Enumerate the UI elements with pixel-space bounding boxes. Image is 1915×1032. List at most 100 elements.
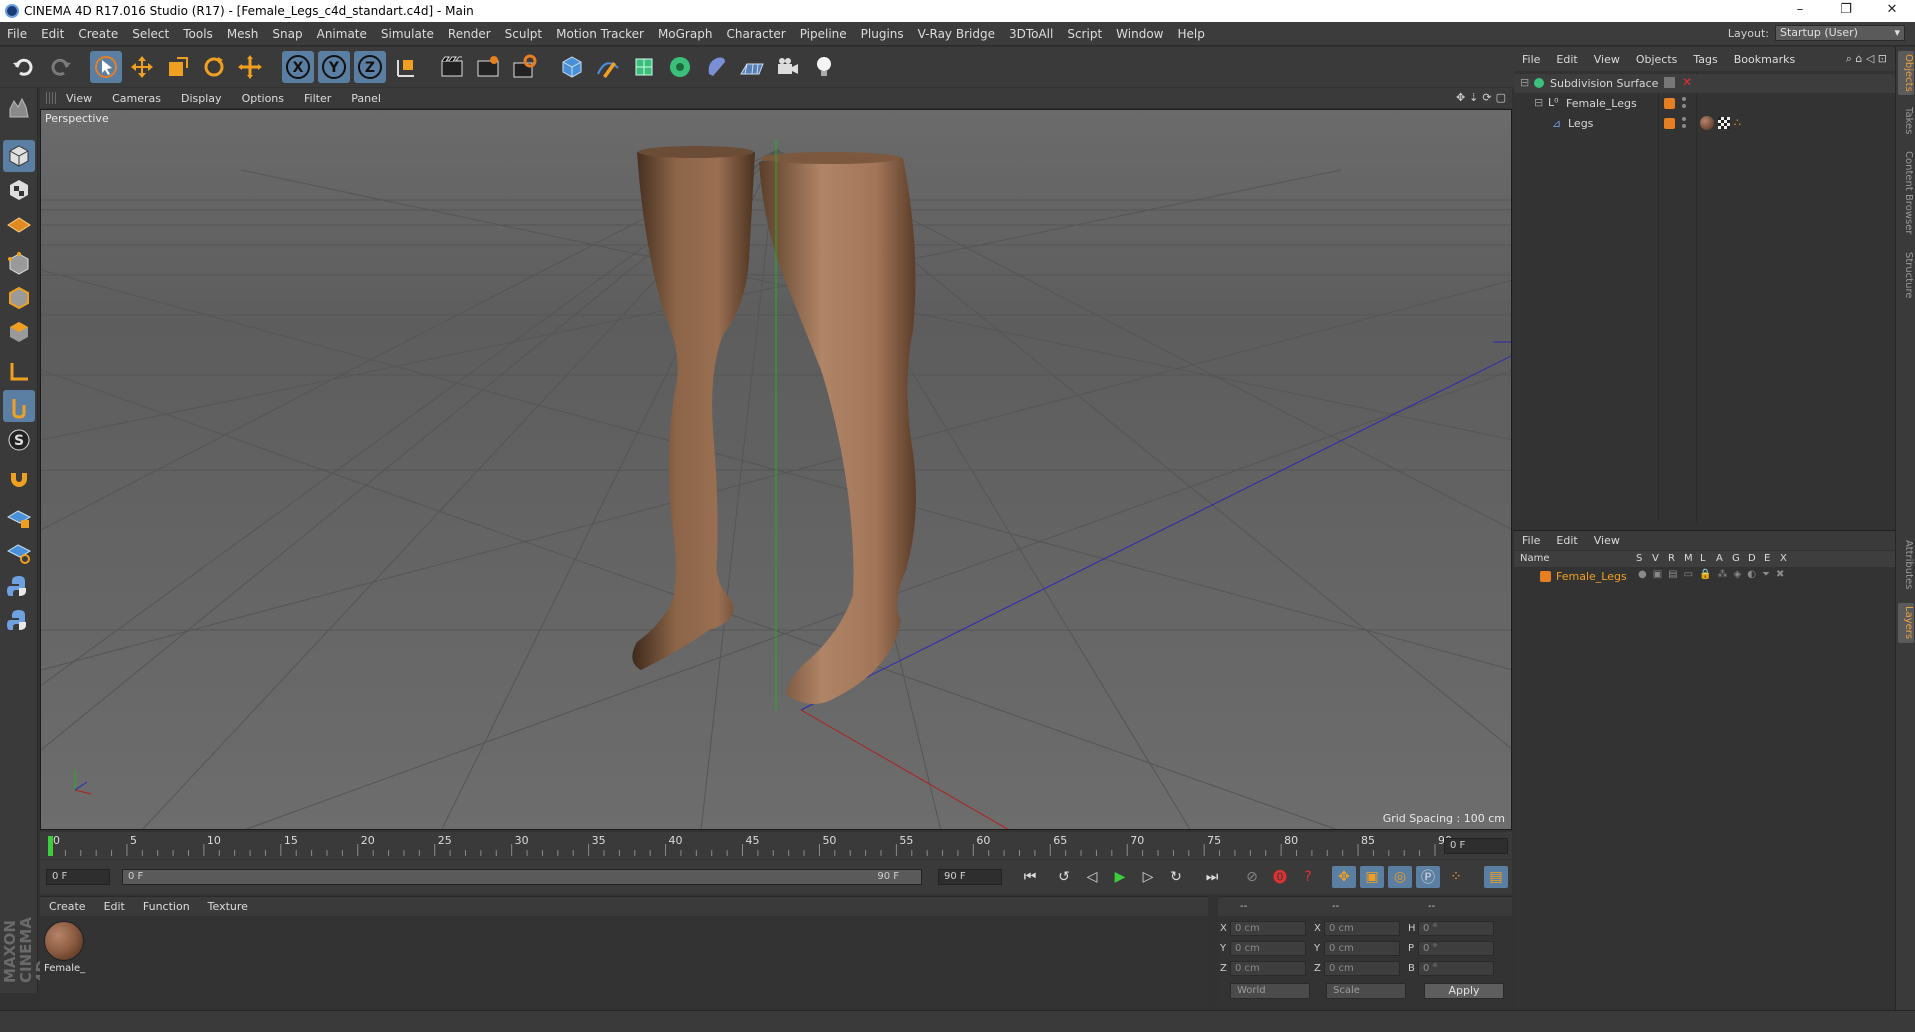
previous-frame-icon[interactable]: ◁ [1080,866,1104,888]
object-search-icon[interactable]: ⌕ ⌂ ◁ ⊡ [1846,52,1887,66]
layer-menu-view[interactable]: View [1586,534,1628,547]
go-to-end-icon[interactable]: ⏭ [1200,866,1224,888]
render-view-icon[interactable] [436,51,468,83]
object-menu-bookmarks[interactable]: Bookmarks [1726,53,1803,66]
size-y-field[interactable]: 0 cm [1324,941,1400,956]
object-menu-file[interactable]: File [1514,53,1548,66]
menu-script[interactable]: Script [1060,27,1109,41]
phong-tag-icon[interactable]: ∴ [1734,116,1741,129]
3d-viewport[interactable]: Perspective Grid Spacing : 100 cm [40,109,1512,830]
tab-takes[interactable]: Takes [1898,103,1914,139]
menu-snap[interactable]: Snap [265,27,309,41]
subdivision-surface-icon[interactable] [628,51,660,83]
close-button[interactable]: ✕ [1869,0,1915,22]
menu-animate[interactable]: Animate [310,27,374,41]
current-frame-field[interactable]: 0 F [1444,838,1508,854]
menu-mograph[interactable]: MoGraph [651,27,720,41]
tab-attributes[interactable]: Attributes [1898,535,1914,595]
viewport-menu-display[interactable]: Display [171,92,232,105]
material-menu-edit[interactable]: Edit [95,900,134,913]
object-row-female-legs[interactable]: ⊟ L⁰ Female_Legs [1514,94,1895,113]
panel-grip-icon[interactable] [46,92,56,104]
viewport-zoom-icon[interactable]: ⇣ [1469,91,1478,104]
last-tool-icon[interactable] [234,51,266,83]
layer-toggle-icons[interactable]: ●▣▤▭🔒⁂◈◐⏷✖ [1638,569,1790,580]
viewport-menu-panel[interactable]: Panel [341,92,391,105]
previous-key-icon[interactable]: ↺ [1052,866,1076,888]
menu-create[interactable]: Create [71,27,125,41]
play-icon[interactable]: ▶ [1108,866,1132,888]
position-y-field[interactable]: 0 cm [1230,941,1306,956]
render-picture-viewer-icon[interactable] [472,51,504,83]
preview-range-slider[interactable]: 0 F 90 F [122,869,922,885]
visibility-dots-icon[interactable] [1682,117,1686,129]
render-settings-icon[interactable] [508,51,540,83]
visibility-dots-icon[interactable] [1682,97,1686,109]
layer-tag-empty-icon[interactable] [1664,77,1675,88]
redo-icon[interactable] [44,51,76,83]
key-position-icon[interactable]: ✥ [1332,866,1356,888]
viewport-maximize-icon[interactable]: ▢ [1496,91,1506,104]
viewport-menu-cameras[interactable]: Cameras [102,92,171,105]
menu-pipeline[interactable]: Pipeline [793,27,854,41]
object-menu-view[interactable]: View [1586,53,1628,66]
floor-object-icon[interactable] [736,51,768,83]
material-swatch[interactable]: Female_ [44,921,86,977]
viewport-menu-filter[interactable]: Filter [294,92,341,105]
texture-mode-icon[interactable] [3,174,35,206]
size-z-field[interactable]: 0 cm [1324,961,1400,976]
cube-object-icon[interactable] [556,51,588,83]
object-row-legs[interactable]: ⊿ Legs ∴ [1514,114,1895,133]
coordinate-system-icon[interactable] [390,51,422,83]
menu-sculpt[interactable]: Sculpt [498,27,549,41]
key-parameter-icon[interactable]: Ⓟ [1416,866,1440,888]
python-script-icon[interactable] [3,570,35,602]
material-menu-texture[interactable]: Texture [199,900,257,913]
camera-icon[interactable] [772,51,804,83]
timeline-ruler[interactable]: 051015202530354045505560657075808590 0 F [40,832,1512,859]
texture-tag-icon[interactable] [1718,117,1730,129]
size-x-field[interactable]: 0 cm [1324,921,1400,936]
z-axis-lock-icon[interactable]: Z [354,51,386,83]
timeline-playhead[interactable] [48,836,53,856]
spline-pen-icon[interactable] [592,51,624,83]
tab-objects[interactable]: Objects [1898,51,1914,95]
menu-tools[interactable]: Tools [176,27,220,41]
menu-mesh[interactable]: Mesh [220,27,266,41]
material-menu-function[interactable]: Function [134,900,199,913]
rotation-h-field[interactable]: 0 ° [1418,921,1494,936]
menu-help[interactable]: Help [1170,27,1211,41]
collapse-icon[interactable]: ⊟ [1520,76,1529,89]
tab-layers[interactable]: Layers [1898,603,1914,643]
light-icon[interactable] [808,51,840,83]
material-menu-create[interactable]: Create [40,900,95,913]
size-mode-select[interactable]: Scale [1326,983,1406,999]
coordinate-mode-select[interactable]: World [1230,983,1310,999]
polygons-mode-icon[interactable] [3,316,35,348]
tab-content-browser[interactable]: Content Browser [1898,147,1914,239]
object-row-subdivision-surface[interactable]: ⊟ Subdivision Surface ✕ [1514,74,1895,93]
move-tool-icon[interactable] [126,51,158,83]
object-menu-objects[interactable]: Objects [1628,53,1686,66]
viewport-menu-view[interactable]: View [56,92,102,105]
layer-color-swatch[interactable] [1540,571,1551,582]
live-selection-icon[interactable] [90,51,122,83]
key-pla-icon[interactable]: ⁘ [1444,866,1468,888]
viewport-menu-options[interactable]: Options [232,92,294,105]
menu-select[interactable]: Select [125,27,176,41]
cloner-icon[interactable] [664,51,696,83]
timeline-scheme-icon[interactable]: ▤ [1484,866,1508,888]
menu-window[interactable]: Window [1109,27,1170,41]
object-menu-tags[interactable]: Tags [1685,53,1725,66]
tab-structure[interactable]: Structure [1898,247,1914,303]
position-x-field[interactable]: 0 cm [1230,921,1306,936]
magnet-icon[interactable] [3,464,35,496]
minimize-button[interactable]: – [1777,0,1823,22]
points-mode-icon[interactable] [3,248,35,280]
rotate-tool-icon[interactable] [198,51,230,83]
scale-tool-icon[interactable] [162,51,194,83]
snap-workplane-icon[interactable] [3,536,35,568]
make-editable-icon[interactable] [3,92,35,124]
tweak-mode-icon[interactable] [3,390,35,422]
start-frame-field[interactable]: 0 F [46,869,110,885]
